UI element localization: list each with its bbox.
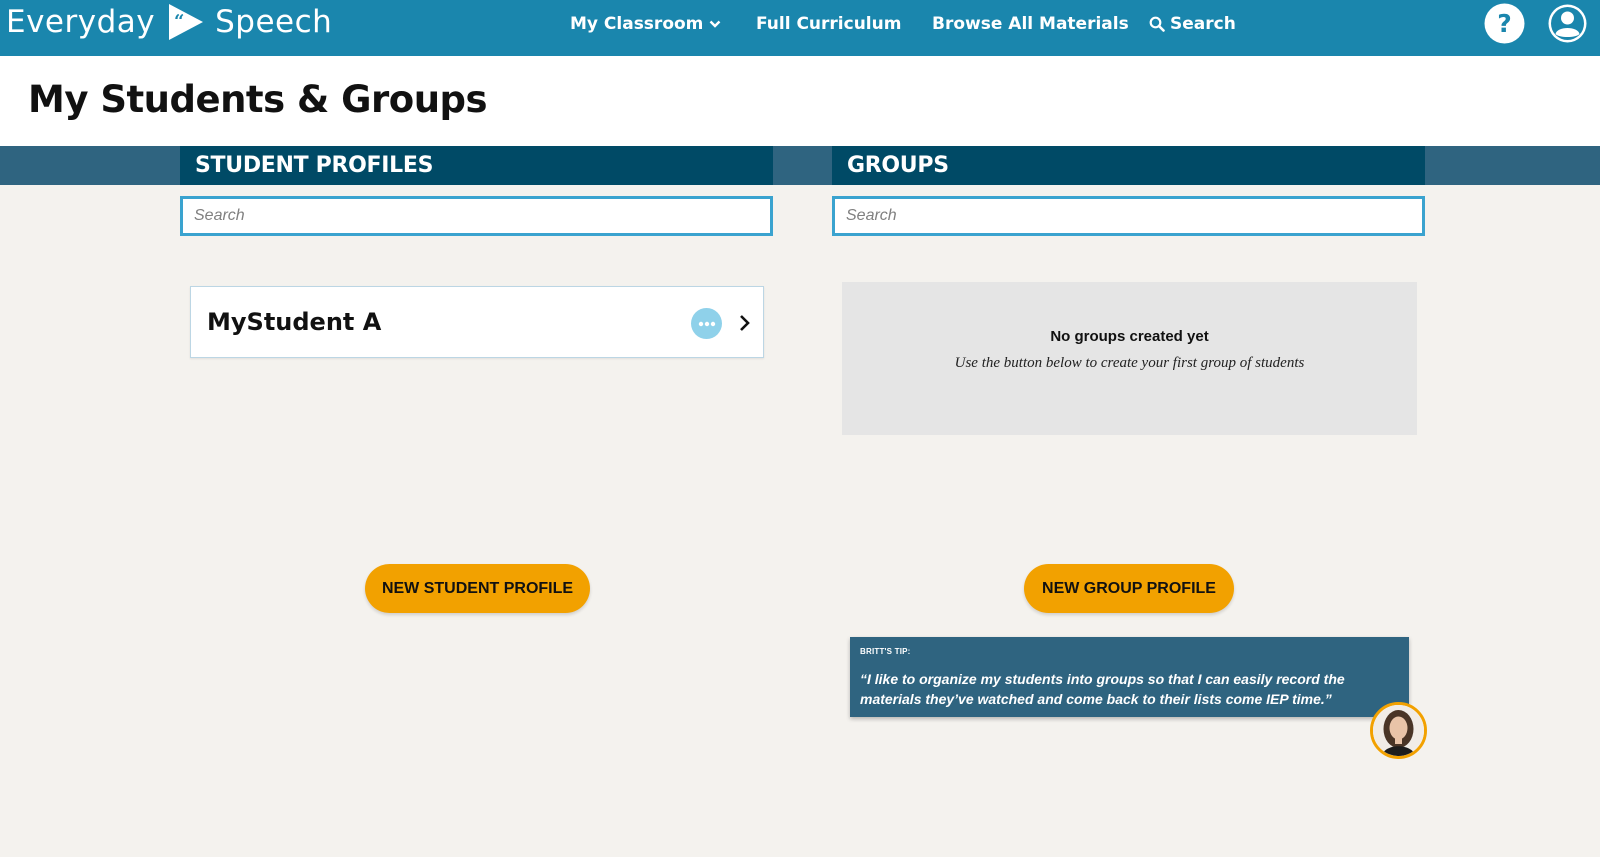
speech-play-logo-icon: “ [167,2,205,42]
svg-text:“: “ [174,11,185,32]
more-options-icon[interactable] [691,308,722,339]
search-icon [1149,16,1165,32]
chevron-down-icon [709,19,721,29]
brand-logo[interactable]: Everyday “ Speech [6,0,332,44]
nav-my-classroom-label: My Classroom [570,14,704,34]
brand-name-right: Speech [215,4,333,40]
nav-full-curriculum-label: Full Curriculum [756,14,902,34]
nav-full-curriculum[interactable]: Full Curriculum [756,0,901,48]
tip-label: BRITT'S TIP: [860,647,911,656]
new-group-profile-button[interactable]: NEW GROUP PROFILE [1024,564,1234,613]
empty-state-subtitle: Use the button below to create your firs… [954,355,1305,371]
nav-search-label: Search [1170,14,1236,34]
groups-empty-state: No groups created yet Use the button bel… [842,282,1417,435]
empty-state-title: No groups created yet [1050,328,1209,345]
tip-quote: “I like to organize my students into gro… [860,671,1345,707]
page-title: My Students & Groups [28,78,488,121]
groups-header: GROUPS [832,146,1425,185]
group-search-input[interactable] [832,196,1425,236]
top-navigation-bar: Everyday “ Speech My Classroom Full Curr… [0,0,1600,56]
chevron-right-icon[interactable] [734,310,754,336]
new-student-profile-button[interactable]: NEW STUDENT PROFILE [365,564,590,613]
student-search-input[interactable] [180,196,773,236]
page-header: My Students & Groups [0,56,1600,146]
help-icon[interactable]: ? [1484,3,1525,44]
nav-browse-all-materials-label: Browse All Materials [932,14,1129,34]
nav-search[interactable]: Search [1149,0,1236,48]
tip-box: BRITT'S TIP: “I like to organize my stud… [850,637,1409,717]
student-name: MyStudent A [207,308,382,336]
groups-header-label: GROUPS [847,153,949,178]
brand-name-left: Everyday [6,4,156,40]
avatar [1370,702,1427,759]
student-profiles-header: STUDENT PROFILES [180,146,773,185]
student-profiles-header-label: STUDENT PROFILES [195,153,434,178]
svg-text:?: ? [1497,9,1512,38]
nav-my-classroom[interactable]: My Classroom [570,0,721,48]
nav-browse-all-materials[interactable]: Browse All Materials [932,0,1129,48]
user-account-icon[interactable] [1547,3,1588,44]
student-card[interactable]: MyStudent A [190,286,764,358]
